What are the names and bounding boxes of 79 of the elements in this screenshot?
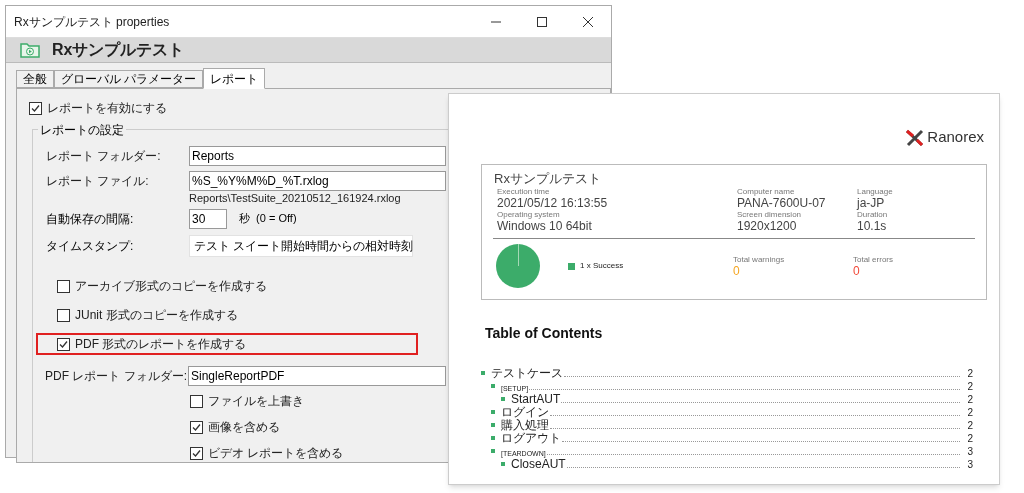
logo-text: Ranorex <box>927 127 984 148</box>
page-number: 2 <box>966 421 973 431</box>
total-value: 0 <box>853 263 861 278</box>
toc-entry[interactable]: StartAUT <box>511 393 561 405</box>
group-title: レポートの設定 <box>38 121 126 139</box>
toc-entry[interactable]: テストケース <box>491 367 563 379</box>
info-label: Operating system <box>497 210 561 219</box>
toc-heading: Table of Contents <box>485 324 604 343</box>
report-title: Rxサンプルテスト <box>494 171 602 187</box>
toc-entry[interactable]: ログイン <box>501 406 549 418</box>
file-path-hint: Reports\TestSuite_20210512_161924.rxlog <box>189 191 401 205</box>
info-label: Computer name <box>737 187 796 196</box>
input-field[interactable]: 30 <box>189 208 227 229</box>
checkbox[interactable] <box>57 308 70 322</box>
info-label: Screen dimension <box>737 210 803 219</box>
info-label: Execution time <box>497 187 551 196</box>
checkbox-label: ファイルを上書き <box>208 393 304 410</box>
info-value: Windows 10 64bit <box>497 219 593 233</box>
checkbox-label: アーカイブ形式のコピーを作成する <box>75 278 267 295</box>
bullet-icon <box>491 436 495 440</box>
bullet-icon <box>501 462 505 466</box>
logo-mark-icon <box>905 127 926 148</box>
tab[interactable]: 全般 <box>16 70 54 88</box>
info-value: 10.1s <box>857 219 888 233</box>
checkbox[interactable] <box>190 446 203 460</box>
suite-title: Rxサンプルテスト <box>52 40 185 60</box>
info-label: Duration <box>857 210 889 219</box>
field-label: タイムスタンプ: <box>46 238 135 255</box>
field-label: レポート フォルダー: <box>46 147 162 165</box>
input-field[interactable]: Reports <box>189 145 446 166</box>
total-label: Total errors <box>853 254 894 264</box>
bullet-icon <box>481 371 485 375</box>
close-icon <box>583 16 593 27</box>
checkbox-label: PDF 形式のレポートを作成する <box>75 336 247 353</box>
field-label: PDF レポート フォルダー: <box>45 367 188 385</box>
page-number: 3 <box>966 460 973 470</box>
tab[interactable]: レポート <box>203 68 266 89</box>
total-value: 0 <box>733 263 741 278</box>
checkbox[interactable] <box>57 279 70 293</box>
checkbox[interactable] <box>57 337 70 351</box>
info-value: 2021/05/12 16:13:55 <box>497 196 609 210</box>
info-value: 1920x1200 <box>737 219 798 233</box>
bullet-icon <box>491 384 495 388</box>
bullet-icon <box>501 397 505 401</box>
checkbox-label: レポートを有効にする <box>47 100 167 117</box>
checkbox[interactable] <box>29 101 42 115</box>
page-number: 2 <box>966 382 973 392</box>
info-value: ja-JP <box>857 196 886 210</box>
checkbox[interactable] <box>190 420 203 434</box>
toc-entry[interactable]: 購入処理 <box>501 419 549 431</box>
checkbox-label: JUnit 形式のコピーを作成する <box>75 307 238 324</box>
field-label: レポート ファイル: <box>46 172 150 190</box>
toc-entry[interactable]: ログアウト <box>501 432 561 444</box>
result-pie-chart <box>496 244 540 288</box>
field-label: 自動保存の間隔: <box>46 210 135 228</box>
bullet-icon <box>491 423 495 427</box>
legend-label: 1 x Success <box>580 260 624 272</box>
test-suite-icon <box>20 42 40 58</box>
bullet-icon <box>491 449 495 453</box>
unit-label: 秒 (0 = Off) <box>239 211 297 227</box>
page-number: 2 <box>966 369 973 379</box>
input-field[interactable]: SingleReportPDF <box>188 365 446 386</box>
page-number: 2 <box>966 395 973 405</box>
page-number: 2 <box>966 408 973 418</box>
checkbox[interactable] <box>190 394 203 408</box>
page-number: 2 <box>966 434 973 444</box>
toc-entry[interactable]: CloseAUT <box>511 458 566 470</box>
total-label: Total warnings <box>733 254 786 264</box>
info-value: PANA-7600U-07 <box>737 196 827 210</box>
checkbox-label: 画像を含める <box>208 419 280 436</box>
maximize-icon <box>537 16 547 27</box>
input-field[interactable]: %S_%Y%M%D_%T.rxlog <box>189 170 446 191</box>
info-label: Language <box>857 187 894 196</box>
checkbox-label: ビデオ レポートを含める <box>208 445 344 462</box>
bullet-icon <box>491 410 495 414</box>
page-number: 3 <box>966 447 973 457</box>
timestamp-dropdown[interactable]: テスト スイート開始時間からの相対時刻 <box>189 235 413 257</box>
tab[interactable]: グローバル パラメーター <box>54 70 204 88</box>
window-title: Rxサンプルテスト properties <box>14 13 170 31</box>
